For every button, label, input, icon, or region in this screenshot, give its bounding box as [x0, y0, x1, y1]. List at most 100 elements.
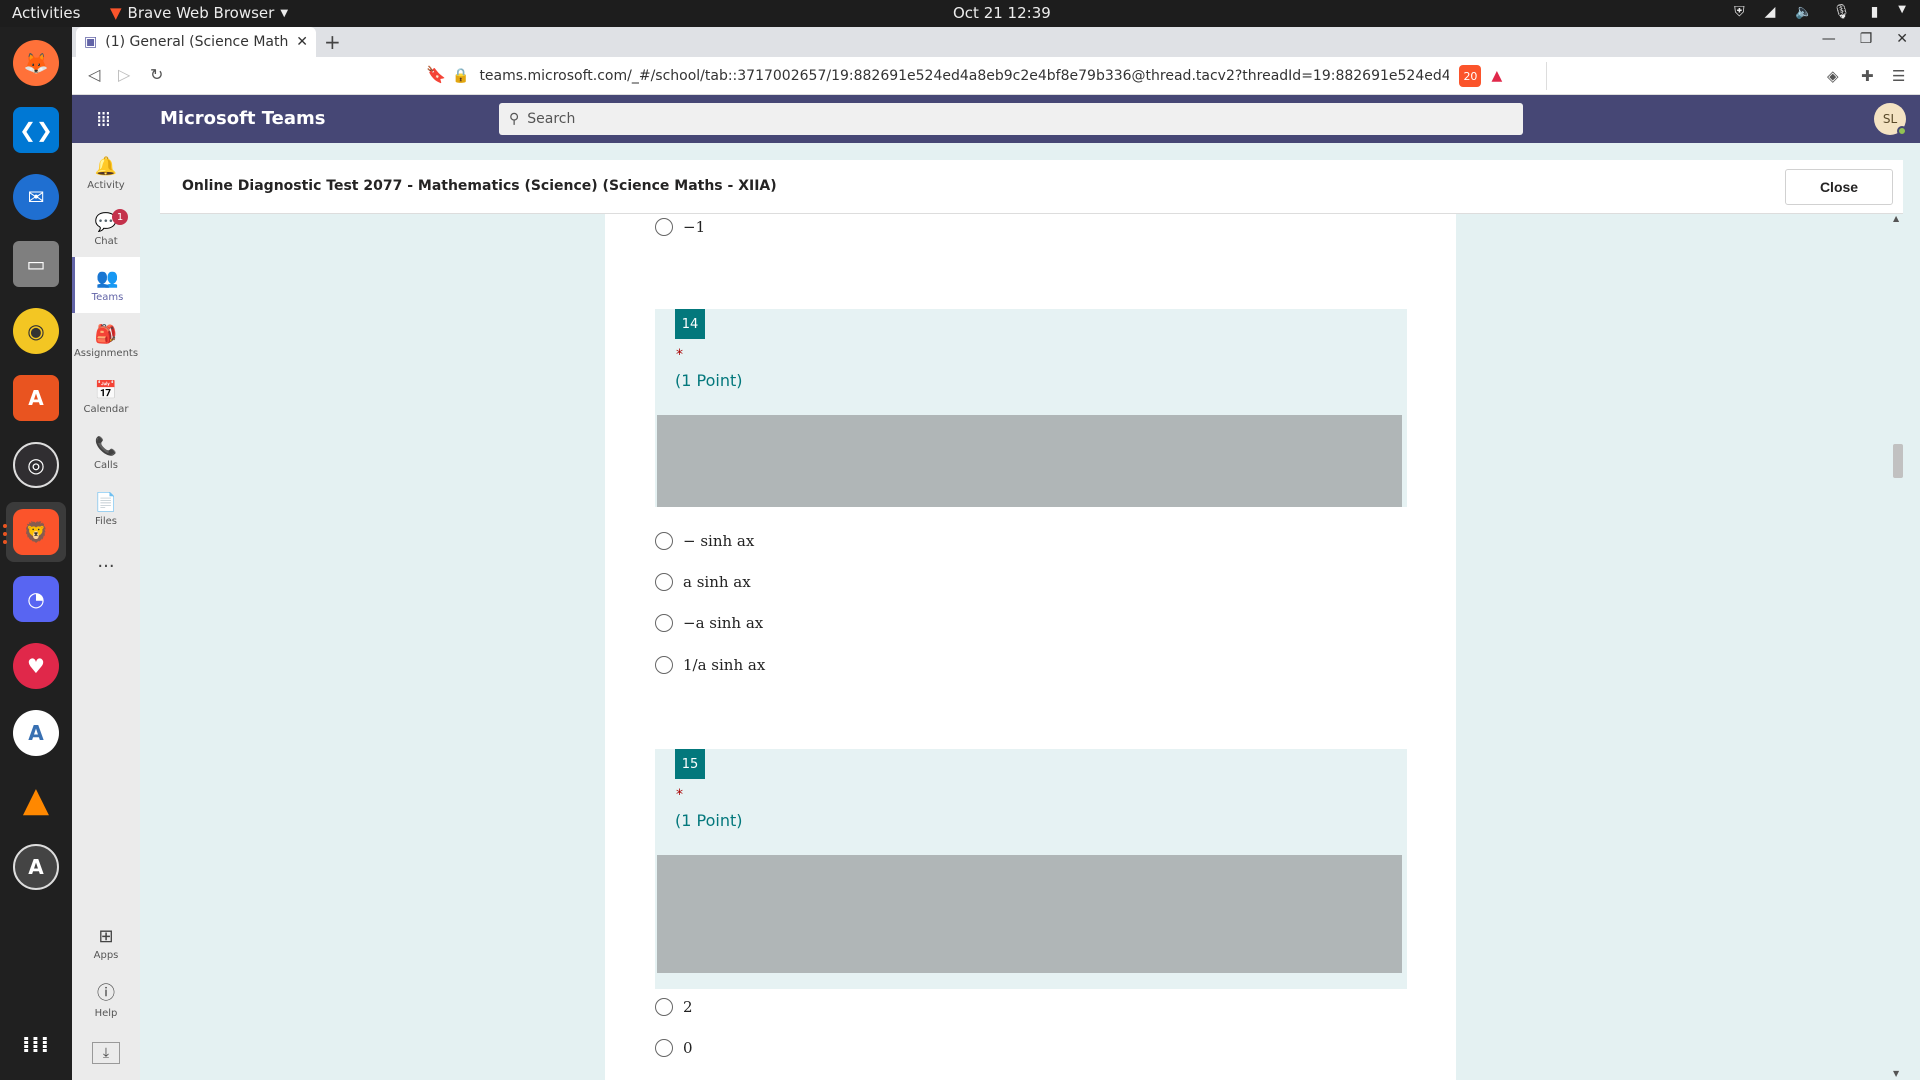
- minimize-icon[interactable]: —: [1822, 31, 1836, 47]
- question-image: [657, 855, 1402, 973]
- chevron-down-icon: ▼: [280, 7, 289, 19]
- system-tray[interactable]: ⛨ ◢ 🔈 🎙 ▮ ▼: [1734, 4, 1906, 20]
- option-prev-question[interactable]: −1: [655, 218, 705, 236]
- scrollbar-thumb[interactable]: [1893, 444, 1903, 478]
- app-center-icon[interactable]: A: [6, 368, 66, 428]
- ubuntu-dock: 🦊 ❮❯ ✉ ▭ ◉ A ◎ 🦁 ◔ ♥ A ▲ A ⁞⁞⁞: [0, 27, 72, 1080]
- obs-icon[interactable]: ◎: [6, 435, 66, 495]
- app-launcher-icon[interactable]: ⁞⁞⁞: [96, 107, 111, 131]
- option-q15-b[interactable]: 0: [655, 1039, 693, 1057]
- radio-button[interactable]: [655, 218, 673, 236]
- address-bar[interactable]: 🔒 teams.microsoft.com/_#/school/tab::371…: [452, 62, 1547, 90]
- rail-item-activity[interactable]: 🔔 Activity: [72, 145, 140, 201]
- rail-item-calls[interactable]: 📞 Calls: [72, 425, 140, 481]
- tab-title: (1) General (Science Maths: [105, 34, 289, 50]
- extensions-icon[interactable]: ✚: [1861, 67, 1874, 85]
- avatar-initials: SL: [1882, 112, 1898, 126]
- forward-icon[interactable]: ▷: [118, 65, 130, 84]
- app-menu-label: Brave Web Browser: [127, 4, 275, 22]
- radio-button[interactable]: [655, 998, 673, 1016]
- form-scrollbar[interactable]: ▲ ▼: [1893, 214, 1903, 1080]
- rail-item-apps[interactable]: ⊞ Apps: [72, 915, 140, 971]
- form-scroll-area[interactable]: −1 14 * (1 Point) − sinh ax a sinh ax −a…: [160, 214, 1903, 1080]
- restore-icon[interactable]: ❐: [1860, 31, 1873, 47]
- browser-tab[interactable]: ▣ (1) General (Science Maths ✕: [76, 27, 316, 57]
- rail-item-teams[interactable]: 👥 Teams: [72, 257, 140, 313]
- radio-button[interactable]: [655, 532, 673, 550]
- more-icon: ...: [97, 550, 115, 572]
- reload-icon[interactable]: ↻: [150, 65, 163, 84]
- clock[interactable]: Oct 21 12:39: [953, 4, 1051, 22]
- radio-button[interactable]: [655, 656, 673, 674]
- files-icon[interactable]: ▭: [6, 234, 66, 294]
- product-title: Microsoft Teams: [160, 108, 326, 129]
- back-icon[interactable]: ◁: [88, 65, 100, 84]
- option-label: a sinh ax: [683, 573, 751, 591]
- required-marker: *: [676, 787, 683, 803]
- vscode-icon[interactable]: ❮❯: [6, 100, 66, 160]
- app-menu[interactable]: ▼ Brave Web Browser ▼: [110, 4, 288, 22]
- option-q14-b[interactable]: a sinh ax: [655, 573, 751, 591]
- close-window-icon[interactable]: ✕: [1896, 31, 1908, 47]
- question-14: 14 * (1 Point): [655, 309, 1407, 507]
- brave-icon[interactable]: 🦁: [3, 502, 66, 562]
- phone-icon: 📞: [94, 435, 118, 457]
- rail-item-assignments[interactable]: 🎒 Assignments: [72, 313, 140, 369]
- rail-item-label: Activity: [87, 179, 125, 191]
- search-input[interactable]: ⚲ Search: [499, 103, 1523, 135]
- software-updater-icon[interactable]: A: [6, 837, 66, 897]
- browser-toolbar: ◁ ▷ ↻ 🔖 🔒 teams.microsoft.com/_#/school/…: [72, 57, 1920, 95]
- rail-item-label: Files: [95, 515, 117, 527]
- option-q14-a[interactable]: − sinh ax: [655, 532, 754, 550]
- close-button[interactable]: Close: [1785, 169, 1893, 205]
- rail-item-label: Assignments: [73, 347, 139, 359]
- close-tab-icon[interactable]: ✕: [296, 34, 308, 50]
- option-label: −1: [683, 218, 706, 236]
- new-tab-icon[interactable]: +: [324, 30, 341, 54]
- radio-button[interactable]: [655, 1039, 673, 1057]
- scroll-up-icon[interactable]: ▲: [1893, 214, 1899, 223]
- rail-item-chat[interactable]: 💬 1 Chat: [72, 201, 140, 257]
- option-label: 0: [683, 1039, 693, 1057]
- rail-item-calendar[interactable]: 📅 Calendar: [72, 369, 140, 425]
- wallet-icon[interactable]: ◈: [1827, 67, 1839, 85]
- form-title: Online Diagnostic Test 2077 - Mathematic…: [182, 178, 777, 194]
- radio-button[interactable]: [655, 573, 673, 591]
- heart-app-icon[interactable]: ♥: [6, 636, 66, 696]
- rail-item-label: Apps: [93, 949, 119, 961]
- file-icon: 📄: [94, 491, 118, 513]
- discord-icon[interactable]: ◔: [6, 569, 66, 629]
- teams-header: ⁞⁞⁞ Microsoft Teams ⚲ Search SL: [72, 95, 1920, 143]
- rail-item-files[interactable]: 📄 Files: [72, 481, 140, 537]
- more-apps-button[interactable]: ...: [72, 533, 140, 589]
- calendar-icon: 📅: [94, 379, 118, 401]
- search-icon: ⚲: [509, 111, 520, 127]
- question-points: (1 Point): [675, 371, 743, 390]
- radio-button[interactable]: [655, 614, 673, 632]
- avatar[interactable]: SL: [1874, 103, 1907, 136]
- scroll-down-icon[interactable]: ▼: [1893, 1069, 1899, 1078]
- teams-favicon-icon: ▣: [84, 34, 98, 50]
- option-q14-d[interactable]: 1/a sinh ax: [655, 656, 765, 674]
- download-button[interactable]: ⤓: [72, 1033, 140, 1073]
- brave-rewards-icon[interactable]: ▲: [1491, 68, 1502, 84]
- rhythmbox-icon[interactable]: ◉: [6, 301, 66, 361]
- option-q14-c[interactable]: −a sinh ax: [655, 614, 763, 632]
- unread-badge: 1: [112, 209, 128, 225]
- activities-button[interactable]: Activities: [12, 4, 80, 22]
- bookmark-icon[interactable]: 🔖: [426, 65, 446, 84]
- option-q15-a[interactable]: 2: [655, 998, 693, 1016]
- brave-shields-icon[interactable]: 20: [1459, 65, 1482, 87]
- android-studio-icon[interactable]: A: [6, 703, 66, 763]
- rail-item-label: Teams: [91, 291, 124, 303]
- vlc-icon[interactable]: ▲: [6, 770, 66, 830]
- chevron-down-icon: ▼: [1898, 4, 1906, 15]
- required-marker: *: [676, 347, 683, 363]
- volume-icon: 🔈: [1795, 4, 1813, 20]
- menu-icon[interactable]: ☰: [1892, 67, 1905, 85]
- show-apps-icon[interactable]: ⁞⁞⁞: [6, 1015, 66, 1075]
- firefox-icon[interactable]: 🦊: [6, 33, 66, 93]
- rail-item-help[interactable]: ⓘ Help: [72, 971, 140, 1027]
- apps-icon: ⊞: [98, 925, 114, 947]
- thunderbird-icon[interactable]: ✉: [6, 167, 66, 227]
